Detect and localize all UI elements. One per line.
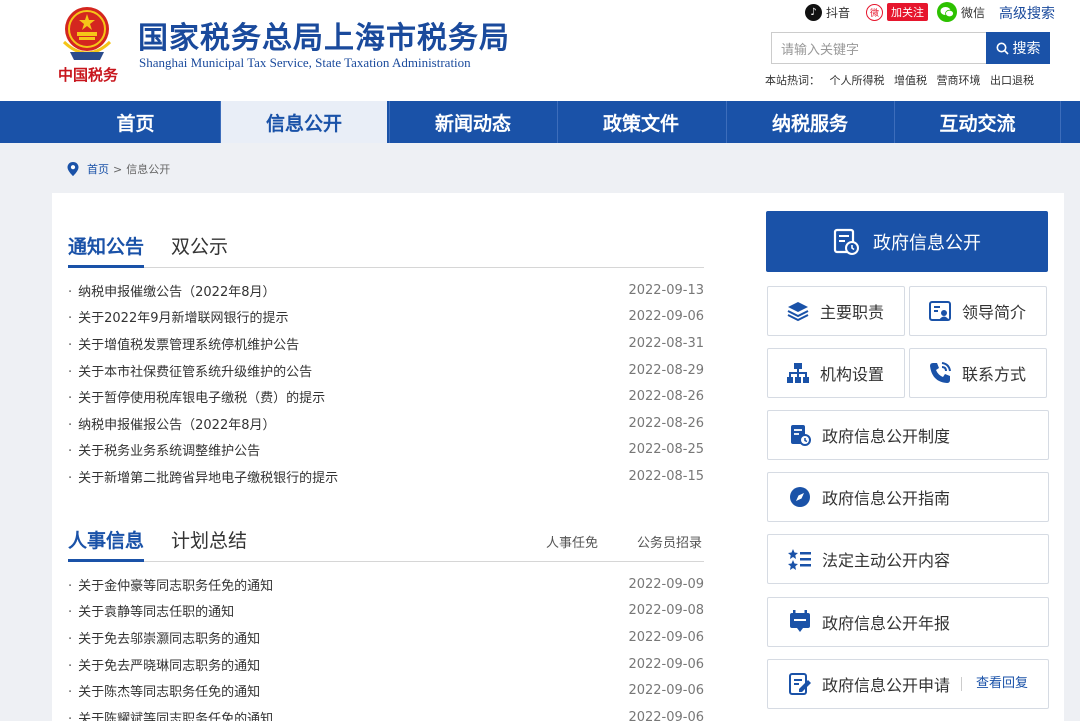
hot-words-label: 本站热词： xyxy=(765,74,820,87)
gov-info-disclosure-button[interactable]: 政府信息公开 xyxy=(766,211,1048,272)
personnel-list: 关于金仲豪等同志职务任免的通知2022-09-09 关于袁静等同志任职的通知20… xyxy=(68,571,704,721)
disclosure-apply-label: 政府信息公开申请 xyxy=(822,676,951,695)
compass-icon xyxy=(790,487,810,507)
site-subtitle: Shanghai Municipal Tax Service, State Ta… xyxy=(139,55,471,70)
disclosure-guide-button[interactable]: 政府信息公开指南 xyxy=(767,472,1049,522)
list-item[interactable]: 纳税申报催缴公告（2022年8月）2022-09-13 xyxy=(68,277,704,304)
notices-list: 纳税申报催缴公告（2022年8月）2022-09-13 关于2022年9月新增联… xyxy=(68,277,704,490)
tab-personnel[interactable]: 人事信息 xyxy=(68,526,145,562)
nav-item-home[interactable]: 首页 xyxy=(52,101,219,143)
breadcrumb-home[interactable]: 首页 xyxy=(87,161,109,177)
breadcrumb-current: 信息公开 xyxy=(126,163,171,176)
list-item[interactable]: 关于暂停使用税库银电子缴税（费）的提示2022-08-26 xyxy=(68,383,704,410)
breadcrumb: 首页 > 信息公开 xyxy=(67,161,170,177)
search-icon xyxy=(996,42,1009,55)
weibo-follow-label: 加关注 xyxy=(887,3,928,21)
weibo-follow-link[interactable]: 微 加关注 xyxy=(866,3,928,21)
main-duties-label: 主要职责 xyxy=(820,303,885,322)
list-item[interactable]: 关于增值税发票管理系统停机维护公告2022-08-31 xyxy=(68,330,704,357)
list-item[interactable]: 关于金仲豪等同志职务任免的通知2022-09-09 xyxy=(68,571,704,598)
edit-document-icon xyxy=(789,673,811,695)
douyin-icon: ♪ xyxy=(805,3,822,21)
disclosure-system-button[interactable]: 政府信息公开制度 xyxy=(767,410,1049,460)
advanced-search-link[interactable]: 高级搜索 xyxy=(999,3,1055,23)
disclosure-system-label: 政府信息公开制度 xyxy=(822,427,951,446)
list-item[interactable]: 关于陈杰等同志职务任免的通知2022-09-06 xyxy=(68,677,704,704)
notices-header: 通知公告 双公示 xyxy=(68,232,704,268)
wechat-icon xyxy=(937,2,957,22)
list-item[interactable]: 关于新增第二批跨省异地电子缴税银行的提示2022-08-15 xyxy=(68,463,704,490)
wechat-link[interactable]: 微信 xyxy=(937,2,986,22)
list-item[interactable]: 关于免去邬崇灏同志职务的通知2022-09-06 xyxy=(68,624,704,651)
tab-plans-summary[interactable]: 计划总结 xyxy=(171,526,247,562)
profile-card-icon xyxy=(929,301,951,321)
breadcrumb-separator: > xyxy=(113,162,123,176)
tab-notices[interactable]: 通知公告 xyxy=(68,232,145,268)
douyin-link[interactable]: ♪ 抖音 xyxy=(805,3,850,21)
location-pin-icon xyxy=(67,162,79,176)
nav-item-interaction[interactable]: 互动交流 xyxy=(894,101,1061,143)
list-item[interactable]: 关于免去严晓琳同志职务的通知2022-09-06 xyxy=(68,651,704,678)
search-button[interactable]: 搜索 xyxy=(986,32,1050,64)
org-structure-button[interactable]: 机构设置 xyxy=(767,348,905,398)
statutory-content-button[interactable]: 法定主动公开内容 xyxy=(767,534,1049,584)
org-structure-label: 机构设置 xyxy=(820,365,885,384)
nav-item-policy[interactable]: 政策文件 xyxy=(557,101,724,143)
personnel-header: 人事信息 计划总结 人事任免 公务员招录 xyxy=(68,526,704,562)
annual-report-label: 政府信息公开年报 xyxy=(822,614,951,633)
weibo-icon: 微 xyxy=(866,3,883,21)
nav-item-info-disclosure[interactable]: 信息公开 xyxy=(220,101,387,143)
annual-report-button[interactable]: 政府信息公开年报 xyxy=(767,597,1049,647)
chat-report-icon xyxy=(790,610,810,632)
link-civil-servant-recruitment[interactable]: 公务员招录 xyxy=(637,532,702,551)
search-button-label: 搜索 xyxy=(1012,41,1041,57)
contact-label: 联系方式 xyxy=(962,365,1027,384)
search-input[interactable]: 请输入关键字 xyxy=(771,32,987,64)
nav-item-news[interactable]: 新闻动态 xyxy=(389,101,556,143)
douyin-label: 抖音 xyxy=(826,5,851,20)
nav-item-tax-service[interactable]: 纳税服务 xyxy=(726,101,893,143)
list-item[interactable]: 关于陈耀斌等同志职务任免的通知2022-09-06 xyxy=(68,704,704,721)
leaders-intro-label: 领导简介 xyxy=(962,303,1027,322)
layers-icon xyxy=(787,302,809,322)
list-item[interactable]: 纳税申报催报公告（2022年8月）2022-08-26 xyxy=(68,410,704,437)
hot-word[interactable]: 出口退税 xyxy=(990,74,1034,87)
list-item[interactable]: 关于本市社保费征管系统升级维护的公告2022-08-29 xyxy=(68,357,704,384)
statutory-content-label: 法定主动公开内容 xyxy=(822,551,951,570)
brand-calligraphy-logo: 中国税务 xyxy=(58,66,119,84)
disclosure-guide-label: 政府信息公开指南 xyxy=(822,489,951,508)
national-emblem-icon xyxy=(62,7,112,60)
gov-info-disclosure-label: 政府信息公开 xyxy=(873,232,981,254)
tab-double-publicity[interactable]: 双公示 xyxy=(171,232,228,268)
main-nav: 首页 信息公开 新闻动态 政策文件 纳税服务 互动交流 xyxy=(0,101,1080,143)
site-title[interactable]: 国家税务总局上海市税务局 xyxy=(138,13,510,57)
wechat-label: 微信 xyxy=(961,5,986,20)
view-reply-link[interactable]: 查看回复 xyxy=(960,677,1028,691)
document-clock-icon xyxy=(791,425,811,446)
list-item[interactable]: 关于2022年9月新增联网银行的提示2022-09-06 xyxy=(68,304,704,331)
hot-word[interactable]: 增值税 xyxy=(894,74,927,87)
site-header: 中国税务 国家税务总局上海市税务局 Shanghai Municipal Tax… xyxy=(0,0,1080,101)
hot-word[interactable]: 营商环境 xyxy=(937,74,981,87)
star-list-icon xyxy=(788,549,811,570)
link-appointments[interactable]: 人事任免 xyxy=(546,532,598,551)
hot-word[interactable]: 个人所得税 xyxy=(830,74,885,87)
document-clock-icon xyxy=(833,228,859,255)
disclosure-apply-button[interactable]: 政府信息公开申请 查看回复 xyxy=(767,659,1049,709)
main-duties-button[interactable]: 主要职责 xyxy=(767,286,905,336)
org-chart-icon xyxy=(787,363,809,383)
contact-button[interactable]: 联系方式 xyxy=(909,348,1047,398)
list-item[interactable]: 关于税务业务系统调整维护公告2022-08-25 xyxy=(68,437,704,464)
hot-words: 本站热词： 个人所得税 增值税 营商环境 出口退税 xyxy=(765,72,1040,88)
phone-icon xyxy=(930,362,951,383)
list-item[interactable]: 关于袁静等同志任职的通知2022-09-08 xyxy=(68,598,704,625)
leaders-intro-button[interactable]: 领导简介 xyxy=(909,286,1047,336)
